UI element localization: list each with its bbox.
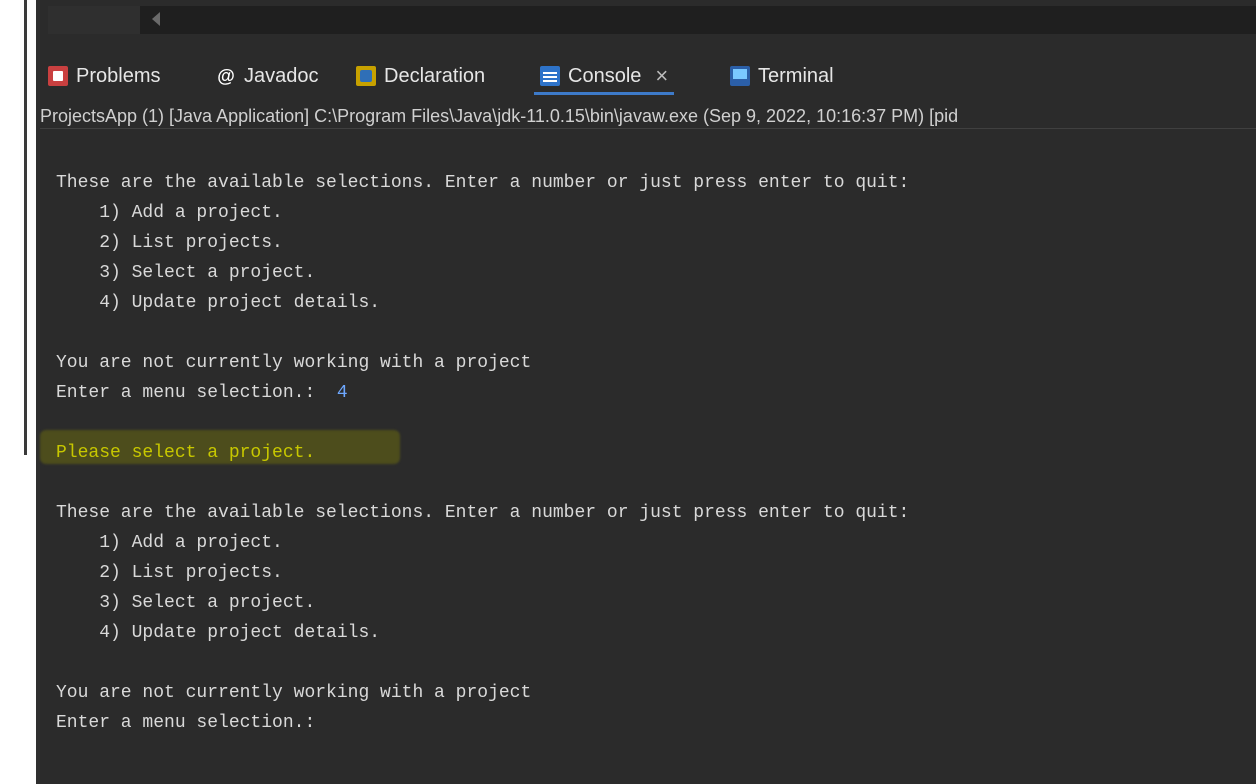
- entry-label: Enter a menu selection.:: [56, 383, 337, 403]
- screenshot-root: Problems @ Javadoc Declaration Console ×…: [0, 0, 1256, 784]
- console-view: Problems @ Javadoc Declaration Console ×…: [40, 0, 1256, 784]
- tab-label: Terminal: [758, 64, 834, 87]
- tab-problems[interactable]: Problems: [48, 60, 160, 92]
- tab-console[interactable]: Console ×: [534, 60, 675, 95]
- declaration-icon: [356, 66, 376, 86]
- entry-value: 4: [336, 383, 348, 403]
- console-line: 1) Add a project.: [56, 203, 283, 223]
- console-line: Enter a menu selection.:: [56, 713, 316, 733]
- console-line: You are not currently working with a pro…: [56, 353, 532, 373]
- tab-label: Problems: [76, 64, 161, 87]
- scrollbar-thumb[interactable]: [48, 6, 140, 34]
- tab-javadoc[interactable]: @ Javadoc: [216, 60, 319, 92]
- console-line: Enter a menu selection.: 4: [56, 378, 1246, 408]
- console-line: 2) List projects.: [56, 233, 283, 253]
- tab-label: Console: [568, 64, 642, 87]
- tab-label: Declaration: [384, 64, 486, 87]
- text-highlight: [40, 430, 400, 464]
- left-gutter: [0, 0, 40, 784]
- tab-declaration[interactable]: Declaration: [356, 60, 485, 92]
- view-tab-bar: Problems @ Javadoc Declaration Console ×…: [40, 52, 1256, 100]
- console-line: These are the available selections. Ente…: [56, 173, 910, 193]
- console-line: 2) List projects.: [56, 563, 283, 583]
- launch-configuration-label: ProjectsApp (1) [Java Application] C:\Pr…: [40, 104, 1256, 129]
- console-line: 4) Update project details.: [56, 293, 381, 313]
- javadoc-icon: @: [217, 66, 235, 86]
- console-line: These are the available selections. Ente…: [56, 503, 910, 523]
- scroll-left-icon[interactable]: [152, 12, 160, 26]
- console-line: 4) Update project details.: [56, 623, 381, 643]
- console-line: You are not currently working with a pro…: [56, 683, 532, 703]
- terminal-icon: [730, 66, 750, 86]
- console-line: 3) Select a project.: [56, 593, 316, 613]
- console-icon: [540, 66, 560, 86]
- console-line: 1) Add a project.: [56, 533, 283, 553]
- close-icon[interactable]: ×: [655, 63, 668, 89]
- scrollbar-track[interactable]: [48, 6, 1256, 34]
- gutter-line: [24, 0, 27, 455]
- editor-scrollbar[interactable]: [40, 0, 1256, 40]
- problems-icon: [48, 66, 68, 86]
- console-line: 3) Select a project.: [56, 263, 316, 283]
- tab-label: Javadoc: [244, 64, 319, 87]
- console-output[interactable]: These are the available selections. Ente…: [40, 168, 1246, 768]
- tab-terminal[interactable]: Terminal: [730, 60, 834, 92]
